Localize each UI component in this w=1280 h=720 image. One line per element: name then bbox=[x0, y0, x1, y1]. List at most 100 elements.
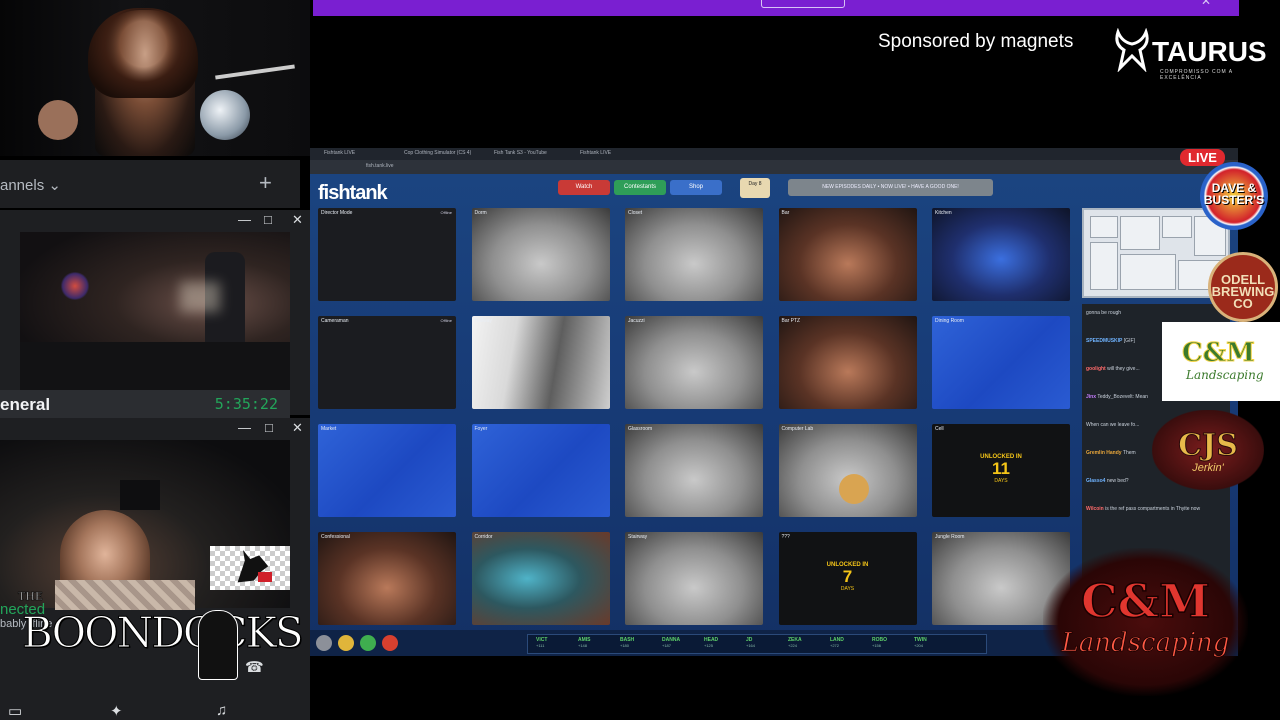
call-timer: 5:35:22 bbox=[214, 395, 278, 413]
chat-username[interactable]: Wilcoin bbox=[1086, 506, 1104, 512]
browser-tab[interactable]: Cop Clothing Simulator (CS 4) bbox=[404, 150, 471, 160]
boondocks-logo: THE BOONDOCKS bbox=[18, 590, 304, 685]
browser-tab[interactable]: Fishtank LIVE bbox=[324, 150, 355, 160]
browser-tab[interactable]: Fishtank LIVE bbox=[580, 150, 611, 160]
chat-text: Teddy_Bozevelt: Mean bbox=[1097, 394, 1148, 400]
screen-share-icon[interactable]: ▭ bbox=[8, 702, 22, 720]
top-promo-banner: ✕ bbox=[313, 0, 1239, 16]
taurus-tagline: COMPROMISSO COM A EXCELÊNCIA bbox=[1160, 69, 1233, 81]
contestants-button[interactable]: Contestants bbox=[614, 180, 666, 195]
camera-tile[interactable]: Kitchen bbox=[932, 208, 1070, 301]
chat-username[interactable]: Jinx bbox=[1086, 394, 1096, 400]
roster-entry[interactable]: TWIN +204 bbox=[914, 637, 942, 648]
emoji-icon[interactable] bbox=[338, 635, 354, 651]
channel-name: eneral bbox=[0, 395, 51, 414]
chevron-down-icon[interactable]: ⌄ bbox=[48, 177, 61, 194]
camera-label: Dining Room bbox=[935, 318, 964, 324]
participant-video[interactable] bbox=[20, 232, 290, 390]
cjs-sub: Jerkin' bbox=[1192, 462, 1224, 474]
channels-label[interactable]: annels ⌄ bbox=[0, 176, 61, 194]
close-icon[interactable]: ✕ bbox=[292, 420, 303, 436]
chat-username[interactable]: Gremlin Handy bbox=[1086, 450, 1122, 456]
camera-tile[interactable]: Dorm bbox=[471, 208, 610, 301]
chat-username[interactable]: SPEEDMUSKIP bbox=[1086, 338, 1122, 344]
roster-value: +224 bbox=[788, 643, 798, 648]
sponsor-text: Sponsored by magnets bbox=[878, 31, 1074, 52]
cm-large-sub: Landscaping bbox=[1061, 628, 1230, 659]
browser-tab[interactable]: Fish Tank S3 - YouTube bbox=[494, 150, 547, 160]
boondocks-title: BOONDOCKS bbox=[22, 608, 305, 658]
camera-tile[interactable]: Bar PTZ bbox=[778, 316, 917, 409]
alert-icon[interactable] bbox=[382, 635, 398, 651]
camera-status: Offline bbox=[440, 318, 453, 323]
roster-entry[interactable]: ZEKA +224 bbox=[788, 637, 816, 648]
chat-message: gonna be rough bbox=[1086, 310, 1226, 316]
roster-entry[interactable]: ROBO +156 bbox=[872, 637, 900, 648]
cm-small-sub: Landscaping bbox=[1186, 368, 1264, 382]
roster-entry[interactable]: AMIS +148 bbox=[578, 637, 606, 648]
plus-icon[interactable]: + bbox=[259, 170, 272, 196]
roster-entry[interactable]: BASH +180 bbox=[620, 637, 648, 648]
chat-username[interactable]: goolight bbox=[1086, 366, 1106, 372]
camera-tile[interactable]: Corridor bbox=[471, 532, 610, 625]
camera-tile[interactable]: Cameraman Offline bbox=[318, 316, 456, 409]
roster-entry[interactable]: DANNA +187 bbox=[662, 637, 690, 648]
activity-icon[interactable]: ✦ bbox=[110, 702, 123, 720]
camera-label: Closet bbox=[628, 210, 643, 216]
settings-icon[interactable] bbox=[316, 635, 332, 651]
cm-large-title: C&M bbox=[1080, 573, 1211, 629]
cm-landscaping-logo-small: C&M Landscaping bbox=[1162, 322, 1280, 401]
fishtank-logo[interactable]: fishtank bbox=[318, 182, 388, 205]
channel-namebar: eneral 5:35:22 bbox=[0, 390, 290, 418]
camera-tile[interactable]: Market bbox=[318, 424, 456, 517]
camera-label: Jungle Room bbox=[935, 534, 965, 540]
close-icon[interactable]: ✕ bbox=[292, 212, 303, 228]
roster-entry[interactable]: LAND +272 bbox=[830, 637, 858, 648]
camera-tile[interactable]: Closet bbox=[625, 208, 763, 301]
camera-tile[interactable]: Cell UNLOCKED IN 11 DAYS bbox=[932, 424, 1070, 517]
camera-tile[interactable]: Bar bbox=[778, 208, 917, 301]
chat-message: Wilcoin is the ref pass compartments in … bbox=[1086, 506, 1226, 512]
camera-label: Glassroom bbox=[628, 426, 653, 432]
camera-status: Offline bbox=[440, 210, 453, 215]
camera-tile[interactable]: Stairway bbox=[625, 532, 763, 625]
roster-entry[interactable]: HEAD +125 bbox=[704, 637, 732, 648]
chat-text: gonna be rough bbox=[1086, 310, 1122, 316]
unlock-num: 7 bbox=[842, 567, 853, 586]
camera-tile[interactable]: Director Mode Offline bbox=[318, 208, 456, 301]
camera-tile[interactable]: Jacuzzi bbox=[625, 316, 763, 409]
microphone bbox=[200, 90, 250, 140]
chat-text: new bed? bbox=[1106, 478, 1129, 484]
maximize-icon[interactable]: □ bbox=[264, 212, 272, 227]
minimize-icon[interactable]: — bbox=[238, 212, 251, 227]
camera-tile[interactable]: Foyer bbox=[471, 424, 610, 517]
camera-label: Jacuzzi bbox=[628, 318, 645, 324]
banner-close-icon[interactable]: ✕ bbox=[1201, 0, 1211, 8]
address-bar[interactable]: fish.tank.live bbox=[310, 160, 1238, 174]
camera-label: ??? bbox=[781, 534, 790, 540]
discord-popout-video-1: — □ ✕ eneral 5:35:22 bbox=[0, 210, 310, 418]
roster-entry[interactable]: VICT +111 bbox=[536, 637, 564, 648]
popout-window-bar: — □ ✕ bbox=[0, 418, 310, 440]
wolf-avatar bbox=[210, 546, 290, 590]
url-text[interactable]: fish.tank.live bbox=[366, 163, 394, 169]
chat-username[interactable]: Glasso4 bbox=[1086, 478, 1105, 484]
camera-tile[interactable]: Computer Lab bbox=[778, 424, 917, 517]
minimize-icon[interactable]: — bbox=[238, 420, 251, 435]
camera-label: Director Mode bbox=[321, 210, 353, 216]
roster-value: +204 bbox=[914, 643, 924, 648]
banner-button[interactable] bbox=[761, 0, 845, 8]
camera-tile[interactable]: Dining Room bbox=[932, 316, 1070, 409]
camera-tile[interactable]: ??? UNLOCKED IN 7 DAYS bbox=[778, 532, 917, 625]
boondocks-figure bbox=[198, 610, 238, 680]
maximize-icon[interactable]: □ bbox=[265, 420, 273, 435]
shop-button[interactable]: Shop bbox=[670, 180, 722, 195]
soundboard-icon[interactable]: ♫ bbox=[216, 702, 227, 719]
roster-entry[interactable]: JD +164 bbox=[746, 637, 774, 648]
camera-tile[interactable]: Glassroom bbox=[625, 424, 763, 517]
camera-tile[interactable]: Hallway bbox=[471, 316, 610, 409]
stats-icon[interactable] bbox=[360, 635, 376, 651]
camera-label: Confessional bbox=[321, 534, 350, 540]
camera-tile[interactable]: Confessional bbox=[318, 532, 456, 625]
watch-button[interactable]: Watch bbox=[558, 180, 610, 195]
